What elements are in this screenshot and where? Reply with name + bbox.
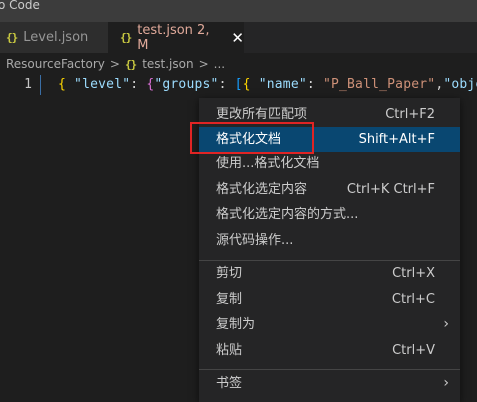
- title-bar: o Code: [0, 0, 477, 22]
- key-token: "groups": [154, 77, 219, 92]
- menu-item-shortcut: Ctrl+K Ctrl+F: [346, 182, 435, 197]
- menu-item-change-all-occurrences[interactable]: 更改所有匹配项 Ctrl+F2: [199, 102, 460, 127]
- menu-item-format-selection[interactable]: 格式化选定内容 Ctrl+K Ctrl+F: [199, 177, 460, 202]
- chevron-right-icon: ›: [443, 375, 449, 391]
- menu-item-label: 粘贴: [216, 343, 243, 358]
- key-token: "object: [443, 77, 477, 92]
- menu-item-cut[interactable]: 剪切 Ctrl+X: [199, 261, 460, 286]
- chevron-right-icon: ›: [443, 316, 449, 332]
- key-token: "name": [250, 77, 307, 92]
- colon-token: :: [306, 77, 323, 92]
- code-line[interactable]: { "level": {"groups": [{ "name": "P_Ball…: [58, 77, 477, 92]
- json-file-icon: {}: [124, 57, 137, 71]
- menu-item-format-document-with[interactable]: 使用...格式化文档: [199, 151, 460, 176]
- brace-token: {: [58, 77, 67, 92]
- string-token: "P_Ball_Paper": [322, 77, 436, 92]
- menu-item-label: 格式化选定内容的方式...: [216, 207, 359, 222]
- tab-level-json[interactable]: {} Level.json: [0, 22, 108, 53]
- colon-token: :: [130, 77, 147, 92]
- bracket-token: [: [234, 77, 243, 92]
- tab-label: test.json 2, M: [137, 22, 210, 53]
- menu-item-label: 格式化文档: [216, 132, 282, 147]
- menu-item-shortcut: Shift+Alt+F: [358, 132, 435, 147]
- menu-item-shortcut: Ctrl+V: [392, 343, 435, 358]
- menu-item-label: 复制: [216, 292, 243, 307]
- breadcrumb-folder[interactable]: ResourceFactory: [6, 57, 105, 71]
- json-file-icon: {}: [120, 31, 132, 44]
- menu-item-label: 剪切: [216, 266, 243, 281]
- menu-item-source-action[interactable]: 源代码操作...: [199, 228, 460, 253]
- menu-item-bookmarks[interactable]: 书签 ›: [199, 371, 460, 396]
- indent-guide: [40, 75, 41, 95]
- menu-item-shortcut: Ctrl+F2: [385, 107, 435, 122]
- key-token: "level": [66, 77, 131, 92]
- tab-test-json[interactable]: {} test.json 2, M ✕: [108, 22, 245, 53]
- menu-item-label: 源代码操作...: [216, 233, 294, 248]
- menu-item-label: 书签: [216, 376, 243, 391]
- chevron-right-icon: >: [109, 57, 120, 71]
- breadcrumb-file[interactable]: test.json: [142, 57, 193, 71]
- menu-item-copy-as[interactable]: 复制为 ›: [199, 312, 460, 337]
- tab-label: Level.json: [23, 30, 89, 45]
- colon-token: :: [218, 77, 235, 92]
- breadcrumb-more[interactable]: ...: [214, 57, 225, 71]
- json-file-icon: {}: [6, 31, 18, 44]
- menu-item-format-selection-with[interactable]: 格式化选定内容的方式...: [199, 202, 460, 227]
- menu-item-format-document[interactable]: 格式化文档 Shift+Alt+F: [199, 127, 460, 152]
- menu-item-shortcut: Ctrl+X: [392, 266, 435, 281]
- menu-item-label: 格式化选定内容: [216, 182, 308, 197]
- menu-item-label: 更改所有匹配项: [216, 107, 308, 122]
- menu-item-label: 使用...格式化文档: [216, 156, 320, 171]
- menu-item-label: 复制为: [216, 317, 256, 332]
- context-menu: 更改所有匹配项 Ctrl+F2 格式化文档 Shift+Alt+F 使用...格…: [199, 98, 460, 402]
- editor-tab-bar: {} Level.json {} test.json 2, M ✕: [0, 22, 477, 53]
- close-icon[interactable]: ✕: [231, 29, 244, 47]
- brace-token: {: [242, 77, 251, 92]
- window-title: o Code: [0, 0, 40, 12]
- menu-item-copy[interactable]: 复制 Ctrl+C: [199, 287, 460, 312]
- breadcrumb: ResourceFactory > {} test.json > ...: [0, 53, 477, 75]
- chevron-right-icon: >: [198, 57, 209, 71]
- menu-item-paste[interactable]: 粘贴 Ctrl+V: [199, 338, 460, 363]
- menu-separator: [199, 369, 460, 370]
- line-number: 1: [24, 77, 32, 92]
- menu-item-shortcut: Ctrl+C: [391, 292, 435, 307]
